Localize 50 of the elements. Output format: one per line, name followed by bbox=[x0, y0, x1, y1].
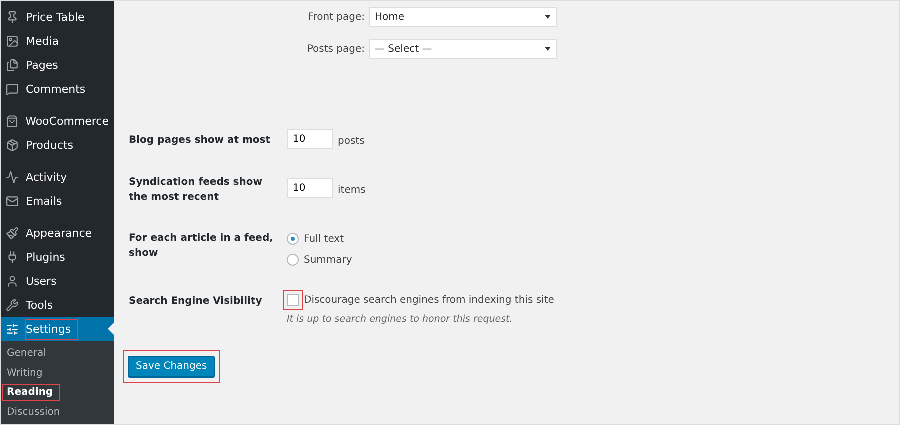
speech-bubble-icon bbox=[6, 82, 19, 96]
radio-button[interactable] bbox=[287, 254, 299, 266]
user-icon bbox=[6, 274, 19, 288]
radio-label[interactable]: Summary bbox=[304, 254, 352, 266]
unit-label: items bbox=[338, 184, 366, 196]
unit-label: posts bbox=[338, 136, 365, 146]
menu-item[interactable]: Settings bbox=[1, 317, 114, 341]
submenu-item[interactable]: Writing bbox=[1, 364, 114, 383]
activity-icon bbox=[6, 170, 19, 184]
menu-item[interactable]: Plugins bbox=[1, 245, 114, 269]
menu-item[interactable]: Tools bbox=[1, 293, 114, 317]
number-field[interactable]: 10 bbox=[287, 178, 333, 198]
page-select[interactable]: Home bbox=[369, 7, 557, 27]
checkbox-label[interactable]: Discourage search engines from indexing this site bbox=[304, 294, 554, 306]
image-icon bbox=[6, 34, 19, 48]
submenu-item[interactable]: Discussion bbox=[1, 402, 114, 422]
menu-item[interactable]: Pages bbox=[1, 53, 114, 77]
menu-item[interactable]: WooCommerce bbox=[1, 109, 114, 133]
page-select[interactable]: — Select — bbox=[369, 39, 557, 59]
radio-button[interactable] bbox=[287, 233, 299, 245]
number-field[interactable]: 10 bbox=[287, 129, 333, 149]
setting-label: Search Engine Visibility bbox=[129, 295, 264, 309]
menu-item[interactable]: Appearance bbox=[1, 221, 114, 245]
menu-item[interactable]: Products bbox=[1, 133, 114, 157]
setting-label: Syndication feeds show the most recent bbox=[129, 176, 264, 205]
wrench-icon bbox=[6, 298, 19, 312]
menu-item[interactable]: Media bbox=[1, 29, 114, 53]
submenu-item[interactable]: Reading bbox=[1, 383, 114, 402]
select-label: Front page: bbox=[308, 12, 365, 22]
menu-item[interactable]: Comments bbox=[1, 77, 114, 101]
description-text: It is up to search engines to honor this request. bbox=[287, 314, 514, 325]
plug-icon bbox=[6, 250, 19, 264]
sliders-icon bbox=[6, 322, 19, 336]
submenu-item[interactable]: General bbox=[1, 344, 114, 364]
setting-label: Blog pages show at most bbox=[129, 134, 272, 148]
save-button[interactable]: Save Changes bbox=[128, 356, 216, 377]
select-label: Posts page: bbox=[307, 44, 365, 54]
checkbox[interactable] bbox=[287, 294, 299, 306]
menu-item[interactable]: Emails bbox=[1, 189, 114, 213]
pin-icon bbox=[6, 10, 19, 24]
menu-item[interactable]: Activity bbox=[1, 165, 114, 189]
menu-item[interactable]: Price Table bbox=[1, 5, 114, 29]
brush-icon bbox=[6, 226, 19, 240]
box-icon bbox=[6, 138, 19, 152]
radio-label[interactable]: Full text bbox=[304, 234, 344, 244]
pages-icon bbox=[6, 58, 19, 72]
menu-item[interactable]: Users bbox=[1, 269, 114, 293]
envelope-icon bbox=[6, 194, 19, 208]
setting-label: For each article in a feed, show bbox=[129, 232, 274, 261]
bag-icon bbox=[6, 114, 19, 128]
